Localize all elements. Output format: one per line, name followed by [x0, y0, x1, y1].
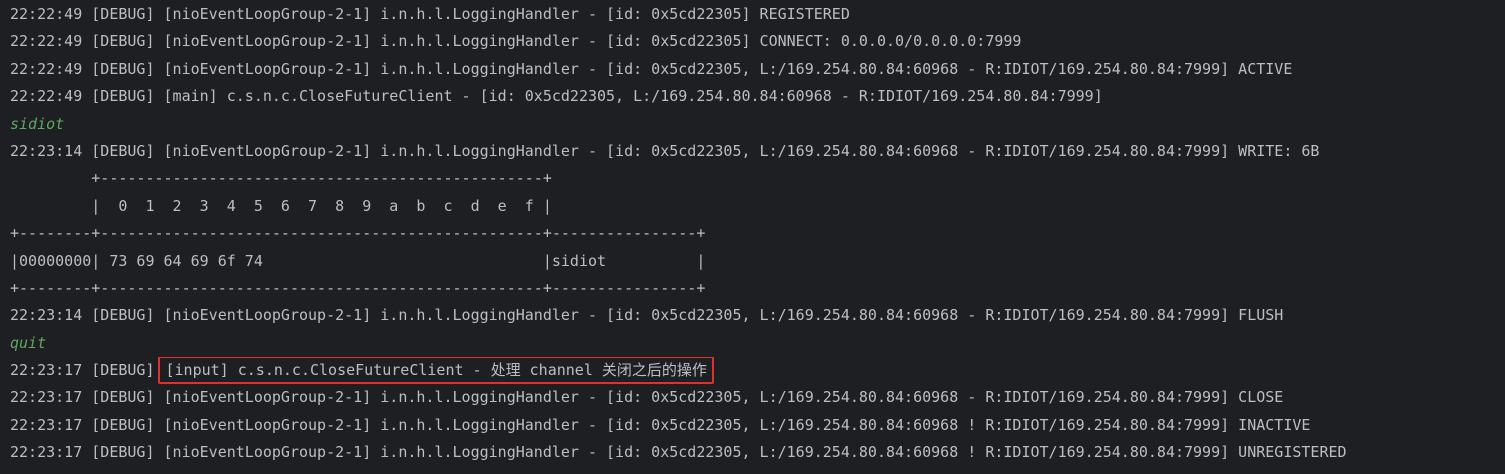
hexdump-line: +--------+------------------------------…	[10, 224, 706, 243]
log-line: 22:23:17 [DEBUG] [nioEventLoopGroup-2-1]…	[10, 443, 1347, 462]
hexdump-line: |00000000| 73 69 64 69 6f 74 |sidiot |	[10, 251, 706, 270]
log-line: 22:23:17 [DEBUG] [nioEventLoopGroup-2-1]…	[10, 415, 1311, 434]
log-line: 22:23:17 [DEBUG] [nioEventLoopGroup-2-1]…	[10, 388, 1284, 407]
log-line: 22:23:14 [DEBUG] [nioEventLoopGroup-2-1]…	[10, 141, 1320, 160]
log-prefix: 22:23:17 [DEBUG]	[10, 361, 155, 380]
hexdump-line: +---------------------------------------…	[10, 169, 552, 188]
log-line: 22:23:14 [DEBUG] [nioEventLoopGroup-2-1]…	[10, 306, 1284, 325]
user-input-line: quit	[10, 333, 47, 352]
log-line-highlighted: 22:23:17 [DEBUG] [input] c.s.n.c.CloseFut…	[10, 357, 1505, 385]
hexdump-line: +--------+------------------------------…	[10, 278, 706, 297]
log-line: 22:22:49 [DEBUG] [nioEventLoopGroup-2-1]…	[10, 5, 850, 23]
console-output[interactable]: 22:22:49 [DEBUG] [nioEventLoopGroup-2-1]…	[0, 0, 1505, 474]
log-line: 22:22:49 [DEBUG] [nioEventLoopGroup-2-1]…	[10, 32, 1022, 51]
log-line: 22:22:49 [DEBUG] [main] c.s.n.c.CloseFut…	[10, 87, 1103, 106]
highlight-box: [input] c.s.n.c.CloseFutureClient - 处理 c…	[157, 357, 714, 385]
log-line: 22:22:49 [DEBUG] [nioEventLoopGroup-2-1]…	[10, 59, 1293, 78]
user-input-line: sidiot	[10, 114, 65, 133]
hexdump-line: | 0 1 2 3 4 5 6 7 8 9 a b c d e f |	[10, 196, 552, 215]
